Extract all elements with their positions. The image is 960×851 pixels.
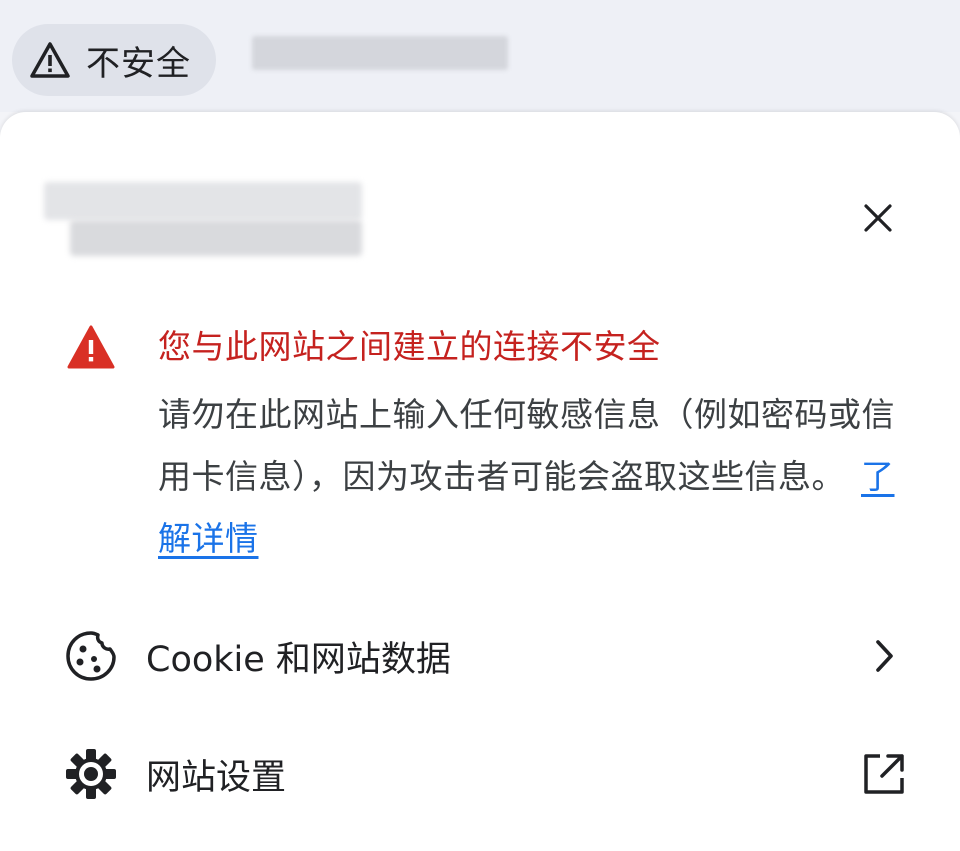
site-settings-row-label: 网站设置 — [146, 757, 287, 798]
close-button[interactable] — [852, 194, 904, 246]
connection-warning-title: 您与此网站之间建立的连接不安全 — [158, 327, 661, 366]
open-in-new-icon — [856, 746, 912, 802]
cookies-row-label: Cookie 和网站数据 — [146, 639, 451, 680]
site-settings-row[interactable]: 网站设置 — [0, 724, 960, 824]
warning-triangle-icon — [28, 40, 72, 80]
cookie-icon — [62, 627, 120, 685]
security-indicator-button[interactable]: 不安全 — [12, 24, 216, 96]
cookies-row[interactable]: Cookie 和网站数据 — [0, 606, 960, 706]
close-icon — [862, 202, 894, 238]
site-name-redacted — [44, 182, 362, 220]
chevron-right-icon — [856, 628, 912, 684]
gear-icon — [62, 745, 120, 803]
connection-warning-body: 请勿在此网站上输入任何敏感信息（例如密码或信用卡信息），因为攻击者可能会盗取这些… — [158, 384, 918, 570]
security-chip-label: 不安全 — [86, 43, 191, 84]
warning-description: 请勿在此网站上输入任何敏感信息（例如密码或信用卡信息），因为攻击者可能会盗取这些… — [158, 395, 895, 496]
site-url-redacted — [70, 220, 362, 256]
page-info-panel: 您与此网站之间建立的连接不安全 请勿在此网站上输入任何敏感信息（例如密码或信用卡… — [0, 112, 960, 851]
omnibox: 不安全 — [0, 0, 960, 112]
warning-triangle-filled-icon — [66, 324, 116, 370]
url-text-redacted[interactable] — [252, 36, 508, 70]
